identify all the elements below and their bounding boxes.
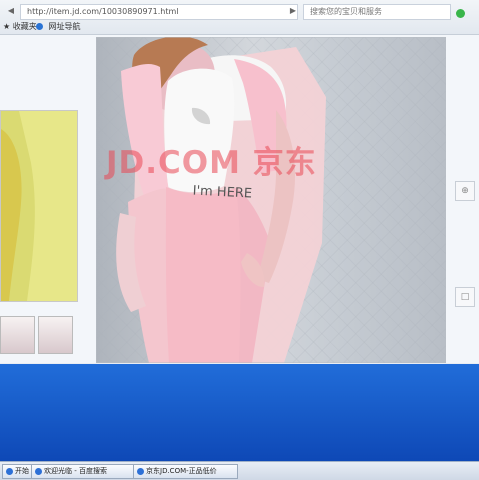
browser-icon (137, 467, 144, 475)
search-input[interactable]: 搜索您的宝贝和服务 (303, 4, 451, 20)
bookmark-favorites[interactable]: ★ 收藏夹 (3, 21, 37, 32)
product-watermark: JD.COM 京东 (106, 145, 317, 181)
taskbar-item-jd[interactable]: 京东JD.COM-正品低价 (133, 464, 238, 479)
taskbar-label: 欢迎光临 - 百度搜索 (44, 467, 107, 475)
star-icon: ★ (3, 22, 11, 31)
address-bar[interactable]: http://item.jd.com/10030890971.html (20, 4, 298, 20)
bookmark-label: 网址导航 (48, 22, 81, 31)
forward-button[interactable]: ▶ (285, 5, 301, 17)
taskbar: 开始 欢迎光临 - 百度搜索 京东JD.COM-正品低价 (0, 461, 479, 480)
browser-icon (35, 467, 42, 475)
thumbnail-2[interactable] (38, 316, 73, 354)
main-product-image[interactable]: JD.COM 京东 I'm HERE (96, 37, 446, 363)
browser-toolbar: ◀ http://item.jd.com/10030890971.html ▶ … (0, 0, 479, 35)
expand-icon[interactable]: ⊕ (455, 181, 475, 201)
bookmark-label: 收藏夹 (12, 22, 37, 31)
photo-scene (96, 37, 446, 363)
taskbar-label: 京东JD.COM-正品低价 (146, 467, 217, 475)
yellow-thumb-image (1, 111, 77, 301)
globe-icon (36, 23, 43, 30)
bookmark-bar: ★ 收藏夹 网址导航 (0, 19, 479, 34)
bookmark-navigation[interactable]: 网址导航 (36, 21, 81, 32)
thumbnail-1[interactable] (0, 316, 35, 354)
zoom-icon[interactable]: □ (455, 287, 475, 307)
back-button[interactable]: ◀ (3, 5, 19, 17)
product-thumbnail-yellow[interactable] (0, 110, 78, 302)
windows-icon (6, 467, 13, 475)
start-button[interactable]: 开始 (2, 464, 32, 479)
start-label: 开始 (15, 467, 29, 475)
image-controls: ⊕ □ (448, 39, 479, 359)
taskbar-item-baidu[interactable]: 欢迎光临 - 百度搜索 (31, 464, 134, 479)
desktop-background (0, 364, 479, 462)
thumbnail-strip (0, 316, 95, 356)
shirt-text: I'm HERE (192, 183, 253, 202)
status-icon (456, 9, 465, 18)
product-page: JD.COM 京东 I'm HERE ⊕ □ (0, 35, 479, 363)
